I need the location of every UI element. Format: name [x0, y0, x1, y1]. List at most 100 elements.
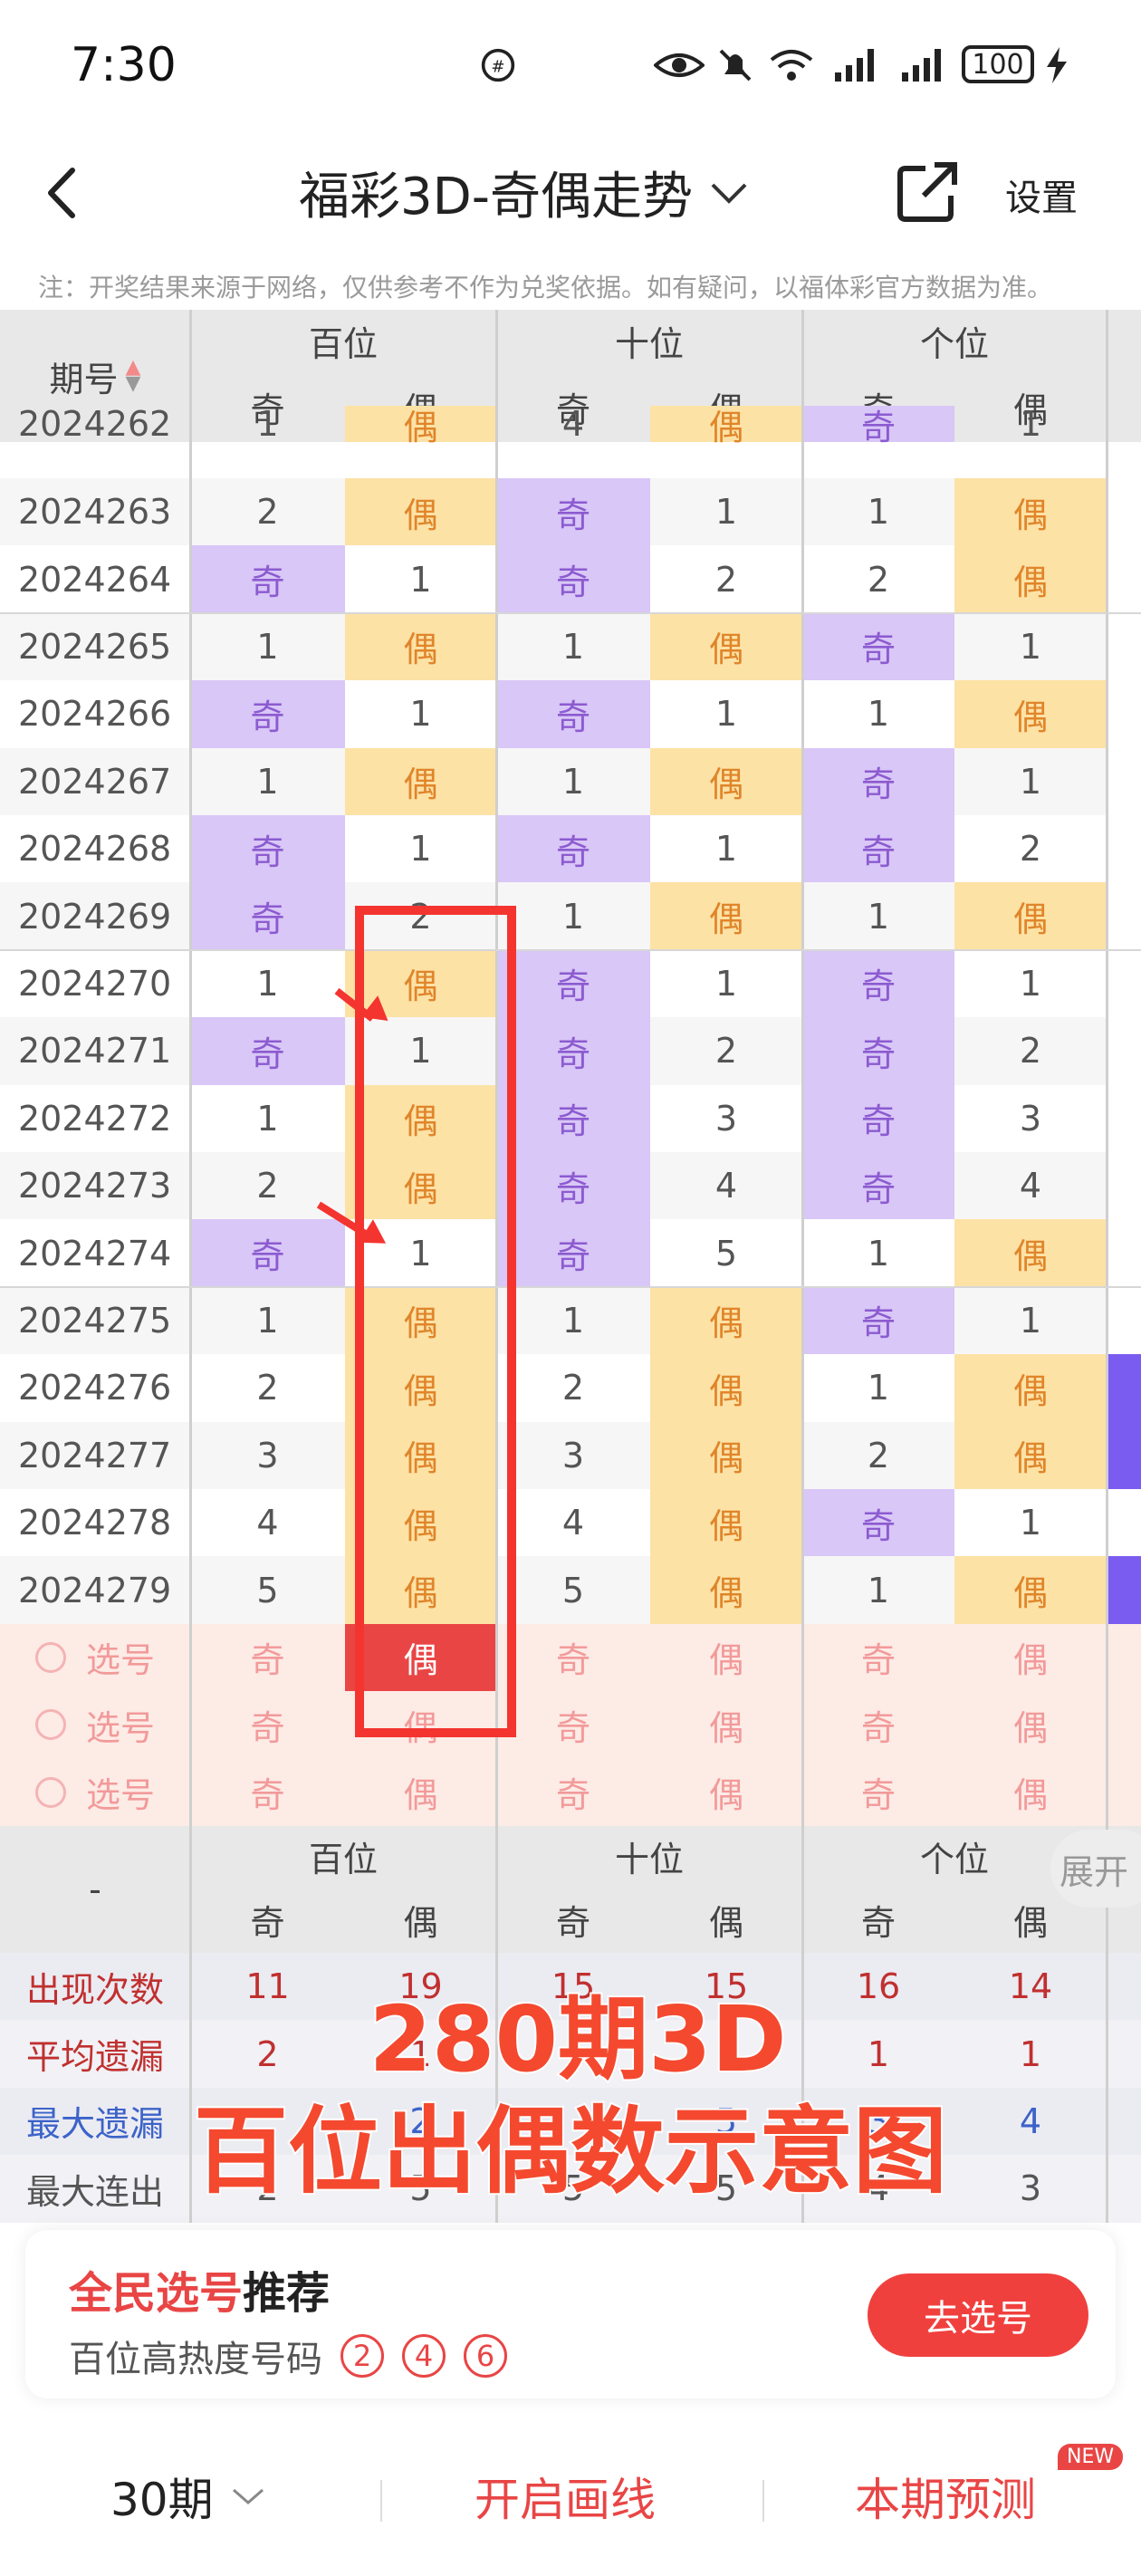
pick-even-toggle[interactable]: 偶 [650, 1691, 802, 1759]
pick-even-toggle[interactable]: 偶 [650, 1758, 802, 1826]
odd-cell: 奇 [496, 949, 650, 1018]
pick-even-toggle[interactable]: 偶 [345, 1758, 496, 1826]
page-title-dropdown[interactable]: 福彩3D-奇偶走势 [299, 156, 806, 229]
recommend-subtitle: 百位高热度号码 [69, 2339, 322, 2380]
even-cell: 偶 [650, 612, 802, 681]
even-cell: 偶 [954, 1556, 1107, 1624]
odd-cell: 奇 [496, 815, 650, 883]
pick-label: 选号 [85, 1775, 155, 1816]
issue-number: 2024270 [18, 963, 172, 1004]
even-cell: 偶 [345, 478, 496, 546]
settings-button[interactable]: 设置 [1005, 168, 1078, 221]
signal-icon-2 [902, 49, 941, 82]
miss-count-cell: 1 [190, 612, 345, 681]
row-tail [1107, 545, 1141, 612]
even-cell: 偶 [345, 406, 496, 447]
pick-even-toggle[interactable]: 偶 [954, 1758, 1107, 1826]
even-cell: 偶 [650, 1354, 802, 1422]
pick-label: 选号 [85, 1707, 155, 1748]
row-tail [1107, 680, 1141, 747]
row-tail [1107, 1219, 1141, 1286]
row-tail [1107, 815, 1141, 882]
pick-even-toggle[interactable]: 偶 [954, 1691, 1107, 1759]
radio-icon[interactable] [34, 1641, 66, 1673]
pick-odd-toggle[interactable]: 奇 [190, 1623, 345, 1692]
miss-count-cell: 4 [256, 1503, 279, 1543]
pick-row-label[interactable]: 选号 [0, 1691, 190, 1759]
radio-icon[interactable] [34, 1709, 66, 1741]
issue-number: 2024266 [18, 694, 172, 735]
issue-number: 2024279 [0, 1556, 190, 1624]
draw-line-button[interactable]: 开启画线 [475, 2464, 656, 2529]
odd-cell: 奇 [190, 815, 345, 883]
miss-count-cell: 3 [714, 1098, 738, 1139]
page-title: 福彩3D-奇偶走势 [299, 168, 693, 226]
odd-cell: 奇 [802, 815, 954, 883]
chevron-down-icon [711, 183, 747, 204]
stats-sub-even: 偶 [650, 1886, 802, 1953]
row-tail [1107, 882, 1141, 949]
miss-count-cell: 5 [496, 1556, 650, 1624]
odd-cell: 奇 [802, 1286, 954, 1355]
issue-number: 2024274 [18, 1233, 172, 1274]
pick-row-label[interactable]: 选号 [0, 1623, 190, 1692]
issue-number: 2024264 [18, 559, 172, 600]
issue-number: 2024276 [18, 1368, 172, 1408]
back-arrow-icon[interactable] [36, 161, 91, 225]
annotation-line-2: 百位出偶数示意图 [192, 2094, 949, 2208]
miss-count-cell: 1 [409, 559, 432, 600]
miss-count-cell: 1 [714, 694, 738, 735]
go-pick-button[interactable]: 去选号 [868, 2273, 1088, 2357]
miss-count-cell: 1 [190, 747, 345, 815]
recommend-title-black: 推荐 [243, 2268, 331, 2319]
period-selector[interactable]: 30期 [110, 2464, 266, 2529]
predict-button[interactable]: 本期预测 [855, 2464, 1036, 2529]
stats-group-header: 十位 [496, 1826, 802, 1886]
chevron-down-icon [232, 2488, 264, 2504]
odd-cell: 奇 [496, 1084, 650, 1152]
share-icon[interactable] [896, 159, 960, 223]
pick-odd-toggle[interactable]: 奇 [802, 1758, 954, 1826]
pick-odd-toggle[interactable]: 奇 [802, 1623, 954, 1692]
column-divider [1106, 310, 1108, 2223]
stats-header-label: - [0, 1826, 190, 1953]
expand-button[interactable]: 展开 [1050, 1830, 1141, 1908]
even-cell: 偶 [954, 882, 1107, 950]
pick-odd-toggle[interactable]: 奇 [190, 1691, 345, 1759]
miss-count-cell: 4 [561, 404, 585, 444]
issue-number: 2024267 [0, 747, 190, 815]
miss-count-cell: 1 [867, 1368, 890, 1408]
pick-odd-toggle[interactable]: 奇 [802, 1691, 954, 1759]
miss-count-cell: 1 [409, 829, 432, 870]
stats-sub-odd: 奇 [496, 1886, 650, 1953]
radio-icon[interactable] [34, 1776, 66, 1808]
odd-cell: 奇 [802, 1489, 954, 1557]
pick-row-label[interactable]: 选号 [0, 1758, 190, 1826]
miss-count-cell: 1 [714, 963, 738, 1004]
pick-odd-toggle[interactable]: 奇 [496, 1691, 650, 1759]
row-tail [1107, 1287, 1141, 1354]
group-header: 十位 [496, 310, 802, 371]
charging-icon [1047, 47, 1067, 83]
even-cell: 偶 [345, 612, 496, 681]
pick-odd-toggle[interactable]: 奇 [190, 1758, 345, 1826]
row-tail [1107, 1556, 1141, 1624]
miss-count-cell: 1 [256, 404, 279, 444]
pick-odd-toggle[interactable]: 奇 [496, 1758, 650, 1826]
row-tail [1107, 1421, 1141, 1489]
row-tail [1107, 950, 1141, 1017]
row-tail [1107, 478, 1141, 545]
row-tail [1107, 1017, 1141, 1084]
pick-even-toggle[interactable]: 偶 [650, 1623, 802, 1692]
miss-count-cell: 1 [496, 1286, 650, 1355]
miss-count-cell: 1 [409, 694, 432, 735]
pick-even-toggle[interactable]: 偶 [954, 1623, 1107, 1692]
odd-cell: 奇 [190, 882, 345, 950]
row-group-divider [0, 611, 1141, 614]
pick-odd-toggle[interactable]: 奇 [496, 1623, 650, 1692]
miss-count-cell: 2 [954, 1017, 1107, 1085]
miss-count-cell: 4 [650, 1152, 802, 1220]
miss-count-cell: 2 [561, 1368, 585, 1408]
miss-count-cell: 2 [714, 559, 738, 600]
issue-header-label: 期号 [49, 359, 119, 399]
